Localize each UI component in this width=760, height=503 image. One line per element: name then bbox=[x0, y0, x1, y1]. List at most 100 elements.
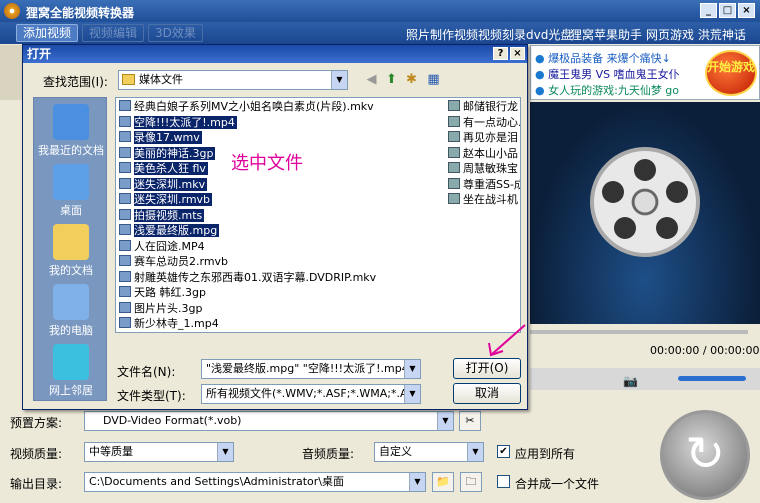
video-file-icon bbox=[119, 286, 131, 297]
link-apple-helper[interactable]: 狸窝苹果助手 bbox=[570, 26, 642, 43]
file-item[interactable]: 天路 韩红.3gp bbox=[119, 286, 206, 300]
video-quality-label: 视频质量: bbox=[10, 447, 63, 461]
file-item[interactable]: 美丽的神话.3gp bbox=[119, 146, 216, 161]
open-file-dialog: 打开 ? × 查找范围(I): 媒体文件 ▼ ◀ ⬆ ✱ ▦ 我最近的文档 桌面 … bbox=[22, 44, 528, 410]
tab-3d-effect[interactable]: 3D效果 bbox=[148, 24, 203, 42]
back-icon[interactable]: ◀ bbox=[363, 72, 380, 89]
up-folder-icon[interactable]: ⬆ bbox=[383, 72, 400, 89]
look-in-label: 查找范围(I): bbox=[43, 75, 108, 89]
output-dir-label: 输出目录: bbox=[10, 477, 63, 491]
preset-select[interactable]: DVD-Video Format(*.vob) ▼ bbox=[84, 411, 454, 431]
file-item[interactable]: 经典白娘子系列MV之小姐名唤白素贞(片段).mkv bbox=[119, 100, 374, 114]
ad-play-button[interactable]: 开始游戏 bbox=[705, 50, 757, 96]
open-folder-button[interactable]: 🗀 bbox=[460, 472, 482, 492]
ad-banner[interactable]: ● 爆极品装备 来爆个痛快↓ ● 魔王鬼男 VS 嗜血鬼王女仆 ● 女人玩的游戏… bbox=[530, 45, 760, 100]
file-item[interactable]: 美色杀人狂 flv bbox=[119, 162, 208, 176]
dialog-close-button[interactable]: × bbox=[510, 47, 525, 60]
snapshot-icon[interactable]: 📷 bbox=[623, 374, 638, 388]
file-item[interactable]: 新少林寺_1.mp4 bbox=[119, 317, 219, 331]
chevron-down-icon: ▼ bbox=[331, 71, 347, 89]
video-file-icon bbox=[119, 208, 131, 220]
file-item[interactable]: 赵本山小品 bbox=[448, 146, 518, 161]
app-logo-icon bbox=[4, 3, 20, 19]
file-item[interactable]: 再见亦是泪 bbox=[448, 131, 518, 145]
places-bar: 我最近的文档 桌面 我的文档 我的电脑 网上邻居 bbox=[33, 97, 107, 401]
file-item[interactable]: 迷失深圳.mkv bbox=[119, 177, 208, 192]
video-file-icon bbox=[119, 131, 131, 142]
apply-all-checkbox[interactable]: ✔ bbox=[497, 445, 510, 458]
place-network[interactable]: 网上邻居 bbox=[34, 342, 108, 402]
look-in-select[interactable]: 媒体文件 ▼ bbox=[118, 70, 348, 90]
file-item[interactable]: 坐在战斗机 bbox=[448, 193, 518, 207]
video-file-icon bbox=[448, 100, 460, 111]
select-files-hint: 选中文件 bbox=[231, 153, 303, 174]
ad-line-3[interactable]: ● 女人玩的游戏:九天仙梦 go bbox=[535, 82, 679, 98]
file-item[interactable]: 图片片头.3gp bbox=[119, 301, 202, 316]
video-file-icon bbox=[119, 193, 131, 204]
tab-bar: 添加视频 视频编辑 3D效果 照片制作视频 视频刻录dvd光盘 狸窝苹果助手 网… bbox=[0, 22, 760, 44]
chevron-down-icon: ▼ bbox=[404, 385, 420, 403]
filename-input[interactable]: "浅爱最终版.mpg" "空降!!!太派了!.mp4 ▼ bbox=[201, 359, 421, 379]
video-file-icon bbox=[448, 115, 460, 127]
place-my-documents[interactable]: 我的文档 bbox=[34, 222, 108, 282]
open-button[interactable]: 打开(O) bbox=[453, 358, 521, 379]
minimize-button[interactable]: _ bbox=[700, 3, 717, 18]
seek-bar[interactable] bbox=[530, 330, 748, 334]
link-web-game[interactable]: 网页游戏 洪荒神话 bbox=[646, 26, 746, 43]
file-item[interactable]: 录像17.wmv bbox=[119, 131, 202, 145]
file-item[interactable]: 拍摄视频.mts bbox=[119, 208, 205, 223]
video-quality-select[interactable]: 中等质量 ▼ bbox=[84, 442, 234, 462]
link-dvd-burn[interactable]: 视频刻录dvd光盘 bbox=[478, 26, 572, 43]
file-item[interactable]: 有一点动心. bbox=[448, 115, 520, 130]
file-item[interactable]: 空降!!!太派了!.mp4 bbox=[119, 115, 237, 130]
dialog-title: 打开 bbox=[27, 47, 52, 61]
file-list[interactable]: 经典白娘子系列MV之小姐名唤白素贞(片段).mkv 空降!!!太派了!.mp4 录像… bbox=[115, 97, 521, 333]
browse-folder-button[interactable]: 📁 bbox=[432, 472, 454, 492]
file-item[interactable]: 浅爱最终版.mpg bbox=[119, 224, 220, 238]
tab-add-video[interactable]: 添加视频 bbox=[16, 24, 79, 42]
maximize-button[interactable]: □ bbox=[719, 3, 736, 18]
title-bar: 狸窝全能视频转换器 _ □ × bbox=[0, 0, 760, 22]
ad-line-2[interactable]: ● 魔王鬼男 VS 嗜血鬼王女仆 bbox=[535, 66, 680, 82]
video-file-icon bbox=[448, 162, 460, 173]
film-reel-icon bbox=[590, 147, 700, 257]
cancel-button[interactable]: 取消 bbox=[453, 383, 521, 404]
convert-button[interactable]: ↻ bbox=[660, 410, 750, 500]
audio-quality-select[interactable]: 自定义 ▼ bbox=[374, 442, 484, 462]
ad-line-1[interactable]: ● 爆极品装备 来爆个痛快↓ bbox=[535, 50, 671, 66]
view-menu-icon[interactable]: ▦ bbox=[425, 72, 442, 89]
video-file-icon bbox=[119, 100, 131, 111]
file-item[interactable]: 邮储银行龙 bbox=[448, 100, 518, 114]
help-button[interactable]: ? bbox=[493, 47, 508, 60]
link-photo-video[interactable]: 照片制作视频 bbox=[406, 26, 478, 43]
tab-video-edit[interactable]: 视频编辑 bbox=[82, 24, 145, 42]
output-dir-select[interactable]: C:\Documents and Settings\Administrator\… bbox=[84, 472, 426, 492]
preset-label: 预置方案: bbox=[10, 416, 63, 430]
merge-label: 合并成一个文件 bbox=[515, 477, 600, 491]
video-file-icon bbox=[119, 146, 131, 158]
file-item[interactable]: 射雕英雄传之东邪西毒01.双语字幕.DVDRIP.mkv bbox=[119, 270, 376, 285]
place-my-computer[interactable]: 我的电脑 bbox=[34, 282, 108, 342]
video-file-icon bbox=[119, 162, 131, 173]
file-item[interactable]: 周慧敏珠宝 bbox=[448, 162, 518, 176]
video-file-icon bbox=[119, 239, 131, 251]
merge-checkbox[interactable] bbox=[497, 475, 510, 488]
file-item[interactable]: 尊重酒SS-成 bbox=[448, 177, 520, 192]
file-item[interactable]: 人在囧途.MP4 bbox=[119, 239, 205, 254]
close-button[interactable]: × bbox=[738, 3, 755, 18]
filetype-label: 文件类型(T): bbox=[117, 389, 186, 403]
dialog-title-bar: 打开 ? × bbox=[23, 45, 527, 63]
pointer-arrow bbox=[488, 324, 526, 357]
filetype-select[interactable]: 所有视频文件(*.WMV;*.ASF;*.WMA;*.AVI; ▼ bbox=[201, 384, 421, 404]
preset-settings-button[interactable]: ✂ bbox=[459, 411, 481, 431]
file-item[interactable]: 迷失深圳.rmvb bbox=[119, 193, 213, 207]
place-recent[interactable]: 我最近的文档 bbox=[34, 102, 108, 162]
network-icon bbox=[53, 344, 89, 380]
video-file-icon bbox=[119, 301, 131, 313]
video-file-icon bbox=[119, 270, 131, 282]
file-item[interactable]: 赛车总动员2.rmvb bbox=[119, 255, 228, 269]
recent-docs-icon bbox=[53, 104, 89, 140]
volume-slider[interactable] bbox=[678, 376, 746, 381]
new-folder-icon[interactable]: ✱ bbox=[403, 72, 420, 89]
place-desktop[interactable]: 桌面 bbox=[34, 162, 108, 222]
